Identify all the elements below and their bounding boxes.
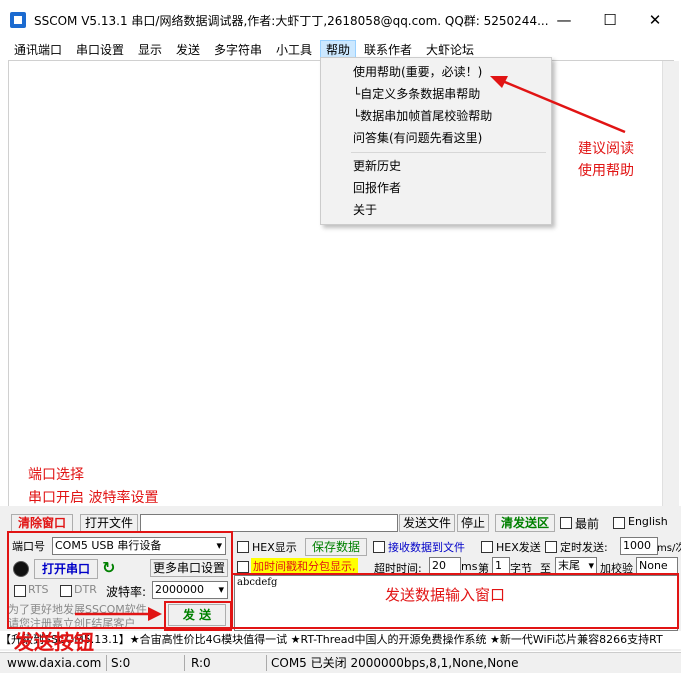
clear-window-button[interactable]: 清除窗口: [11, 514, 73, 532]
menu-item-usage-help[interactable]: 使用帮助(重要，必读！): [353, 62, 482, 82]
annotation-port-select: 端口选择: [28, 467, 84, 483]
menu-send[interactable]: 发送: [171, 40, 205, 60]
menu-item-report-author[interactable]: 回报作者: [353, 178, 401, 198]
annotation-help-line1: 建议阅读: [578, 141, 634, 157]
menu-tools[interactable]: 小工具: [271, 40, 317, 60]
close-button[interactable]: ✕: [641, 8, 669, 32]
menu-item-custom-strings-help[interactable]: └自定义多条数据串帮助: [353, 84, 480, 104]
annotation-send-button: 发送按钮: [14, 630, 94, 654]
annotation-port-open-baud: 串口开启 波特率设置: [28, 490, 159, 506]
vertical-scrollbar[interactable]: [662, 61, 679, 507]
menu-item-frame-checksum-help[interactable]: └数据串加帧首尾校验帮助: [353, 106, 492, 126]
menu-serial-settings[interactable]: 串口设置: [71, 40, 129, 60]
hex-send-checkbox[interactable]: [481, 541, 493, 553]
annotation-box-send-button: [164, 601, 232, 631]
chevron-down-icon: ▾: [588, 559, 594, 572]
app-icon: [10, 12, 26, 28]
status-recv-count: R:0: [188, 655, 267, 671]
timestamp-checkbox[interactable]: [237, 561, 249, 573]
file-path-field[interactable]: [140, 514, 398, 532]
title-bar: SSCOM V5.13.1 串口/网络数据调试器,作者:大虾丁丁,2618058…: [0, 0, 681, 41]
timed-send-label: 定时发送:: [560, 541, 608, 554]
topmost-checkbox[interactable]: [560, 517, 572, 529]
recv-to-file-label: 接收数据到文件: [388, 541, 465, 554]
status-port-state: COM5 已关闭 2000000bps,8,1,None,None: [271, 656, 519, 670]
recv-to-file-checkbox[interactable]: [373, 541, 385, 553]
stop-button[interactable]: 停止: [457, 514, 489, 532]
maximize-button[interactable]: ☐: [596, 8, 624, 32]
hex-display-checkbox[interactable]: [237, 541, 249, 553]
menu-item-about[interactable]: 关于: [353, 200, 377, 220]
timed-send-interval-input[interactable]: 1000: [620, 537, 658, 555]
timestamp-label: 加时间戳和分包显示,: [251, 558, 358, 574]
window-title: SSCOM V5.13.1 串口/网络数据调试器,作者:大虾丁丁,2618058…: [34, 14, 549, 28]
byte-to-value: 末尾: [558, 559, 580, 572]
clear-send-button[interactable]: 清发送区: [495, 514, 555, 532]
timeout-unit: ms: [461, 560, 478, 573]
menu-comm-port[interactable]: 通讯端口: [9, 40, 67, 60]
menu-item-changelog[interactable]: 更新历史: [353, 156, 401, 176]
minimize-button[interactable]: —: [550, 8, 578, 32]
annotation-help-line2: 使用帮助: [578, 163, 634, 179]
menu-item-faq[interactable]: 问答集(有问题先看这里): [353, 128, 482, 148]
english-label: English: [628, 515, 668, 528]
annotation-send-input: 发送数据输入窗口: [385, 586, 506, 604]
status-bar: www.daxia.com S:0 R:0 COM5 已关闭 2000000bp…: [0, 652, 681, 673]
open-file-button[interactable]: 打开文件: [80, 514, 138, 532]
annotation-arrow-help: [490, 76, 626, 134]
timed-send-checkbox[interactable]: [545, 541, 557, 553]
status-sent-count: S:0: [108, 655, 185, 671]
timed-send-unit: ms/次: [657, 543, 681, 554]
status-url[interactable]: www.daxia.com: [4, 655, 107, 671]
english-checkbox[interactable]: [613, 517, 625, 529]
topmost-label: 最前: [575, 517, 600, 531]
hex-send-label: HEX发送: [496, 541, 541, 554]
hex-display-label: HEX显示: [252, 541, 297, 554]
send-file-button[interactable]: 发送文件: [399, 514, 455, 532]
menu-display[interactable]: 显示: [133, 40, 167, 60]
menu-separator: [351, 152, 546, 153]
save-data-button[interactable]: 保存数据: [305, 538, 367, 556]
menu-multi-string[interactable]: 多字符串: [209, 40, 267, 60]
news-ticker[interactable]: 【升级到SSCOM5.13.1】★合宙高性价比4G模块值得一试 ★RT-Thre…: [0, 631, 681, 649]
